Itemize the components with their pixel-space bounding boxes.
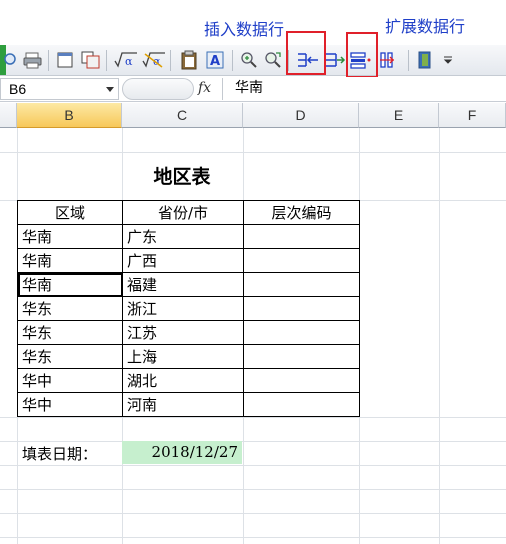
region-cell[interactable]: 华中 bbox=[17, 392, 123, 417]
clipboard-icon[interactable] bbox=[178, 49, 200, 71]
region-cell[interactable]: 华东 bbox=[17, 320, 123, 345]
province-cell[interactable]: 河南 bbox=[122, 392, 244, 417]
table-row: 华东 上海 bbox=[17, 344, 360, 369]
formula-bar-spacer bbox=[122, 78, 194, 100]
extend-row-highlight bbox=[346, 32, 378, 78]
region-cell[interactable]: 华南 bbox=[17, 224, 123, 249]
table-row: 华中 河南 bbox=[17, 392, 360, 417]
svg-text:α: α bbox=[125, 55, 133, 68]
province-cell[interactable]: 广东 bbox=[122, 224, 244, 249]
column-header-c[interactable]: C bbox=[122, 103, 243, 128]
column-header-e[interactable]: E bbox=[359, 103, 439, 128]
copy-window-icon[interactable] bbox=[80, 49, 102, 71]
column-header-b[interactable]: B bbox=[17, 103, 122, 128]
more-dropdown-icon[interactable] bbox=[440, 49, 456, 71]
selected-cell-b6[interactable]: 华南 bbox=[17, 272, 123, 297]
header-cell[interactable]: 层次编码 bbox=[243, 200, 360, 225]
fill-date-label: 填表日期： bbox=[22, 445, 98, 463]
region-cell[interactable]: 华中 bbox=[17, 368, 123, 393]
code-cell[interactable] bbox=[243, 320, 360, 345]
code-cell[interactable] bbox=[243, 224, 360, 249]
column-header-f[interactable]: F bbox=[439, 103, 506, 128]
text-a-icon[interactable]: A bbox=[204, 49, 226, 71]
insert-row-highlight bbox=[286, 31, 326, 75]
sqrt-alpha-icon[interactable]: α bbox=[114, 49, 138, 71]
code-cell[interactable] bbox=[243, 248, 360, 273]
province-cell[interactable]: 浙江 bbox=[122, 296, 244, 321]
sheet-title: 地区表 bbox=[153, 166, 211, 188]
code-cell[interactable] bbox=[243, 392, 360, 417]
sqrt-alpha-x-icon[interactable]: α bbox=[142, 49, 166, 71]
cell-reference: B6 bbox=[9, 81, 27, 97]
code-cell[interactable] bbox=[243, 344, 360, 369]
province-cell[interactable]: 广西 bbox=[122, 248, 244, 273]
select-all-corner[interactable] bbox=[0, 103, 17, 128]
table-header-row: 区域 省份/市 层次编码 bbox=[17, 200, 360, 225]
svg-text:A: A bbox=[210, 54, 220, 69]
province-cell[interactable]: 江苏 bbox=[122, 320, 244, 345]
table-row: 华中 湖北 bbox=[17, 368, 360, 393]
door-exit-icon[interactable] bbox=[414, 49, 436, 71]
formula-input[interactable]: 华南 bbox=[222, 78, 506, 100]
region-cell[interactable]: 华东 bbox=[17, 344, 123, 369]
province-cell[interactable]: 上海 bbox=[122, 344, 244, 369]
search-replace-icon[interactable] bbox=[262, 49, 284, 71]
find-icon[interactable] bbox=[0, 49, 22, 71]
code-cell[interactable] bbox=[243, 296, 360, 321]
region-cell[interactable]: 华南 bbox=[17, 248, 123, 273]
table-row: 华南 广西 bbox=[17, 248, 360, 273]
table-row: 华南 广东 bbox=[17, 224, 360, 249]
insert-row-annotation: 插入数据行 bbox=[204, 20, 285, 39]
region-cell[interactable]: 华东 bbox=[17, 296, 123, 321]
region-table: 区域 省份/市 层次编码 华南 广东 华南 广西 华南 福建 华东 浙江 华东 … bbox=[17, 200, 360, 417]
fx-button[interactable]: fx bbox=[198, 80, 211, 96]
code-cell[interactable] bbox=[243, 272, 360, 297]
code-cell[interactable] bbox=[243, 368, 360, 393]
extend-row-annotation: 扩展数据行 bbox=[385, 17, 466, 36]
province-cell[interactable]: 湖北 bbox=[122, 368, 244, 393]
province-cell[interactable]: 福建 bbox=[122, 272, 244, 297]
print-icon[interactable] bbox=[22, 49, 44, 71]
column-header-d[interactable]: D bbox=[243, 103, 359, 128]
table-row: 华东 江苏 bbox=[17, 320, 360, 345]
fill-date-cell[interactable]: 2018/12/27 bbox=[122, 441, 242, 464]
window-icon[interactable] bbox=[54, 49, 76, 71]
table-row: 华南 福建 bbox=[17, 272, 360, 297]
formula-bar: B6 fx 华南 bbox=[0, 77, 506, 102]
header-cell[interactable]: 区域 bbox=[17, 200, 123, 225]
toolbar: α α A bbox=[0, 45, 506, 76]
search-plus-icon[interactable] bbox=[238, 49, 260, 71]
column-split-icon[interactable] bbox=[378, 49, 402, 71]
chevron-down-icon[interactable] bbox=[106, 87, 114, 92]
table-row: 华东 浙江 bbox=[17, 296, 360, 321]
header-cell[interactable]: 省份/市 bbox=[122, 200, 244, 225]
name-box[interactable]: B6 bbox=[0, 78, 119, 100]
